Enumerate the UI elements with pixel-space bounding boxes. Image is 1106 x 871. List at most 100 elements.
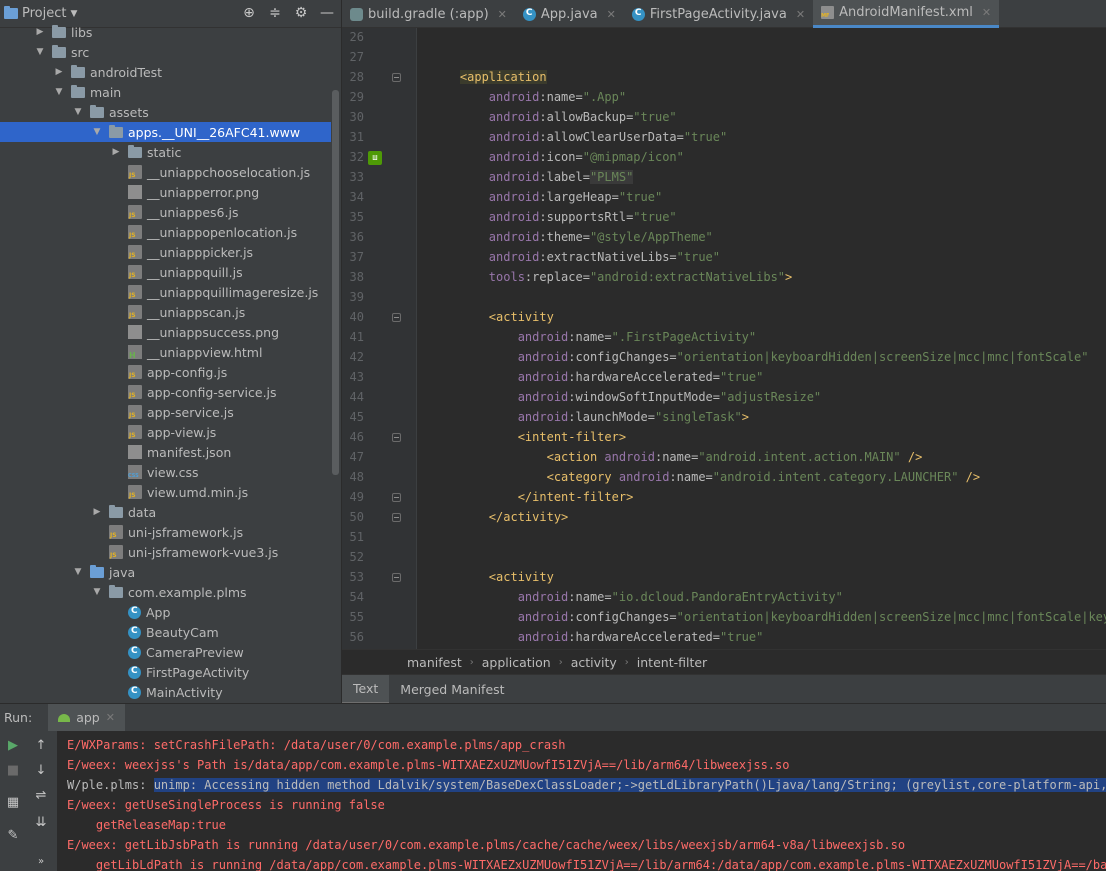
manifest-view-tabs: Text Merged Manifest [342, 674, 1106, 704]
tree-item[interactable]: __uniappopenlocation.js [0, 222, 331, 242]
tree-item[interactable]: ▼ src [0, 42, 331, 62]
fold-toggle-icon[interactable] [392, 73, 401, 82]
tree-item[interactable]: CameraPreview [0, 642, 331, 662]
tree-item-label: app-view.js [147, 424, 217, 440]
tree-item[interactable]: ▼ com.example.plms [0, 582, 331, 602]
tree-item[interactable]: __uniappview.html [0, 342, 331, 362]
code-token: ".App" [582, 90, 627, 104]
play-icon[interactable]: ▶ [4, 737, 22, 755]
fold-toggle-icon[interactable] [392, 573, 401, 582]
tree-item[interactable]: app-service.js [0, 402, 331, 422]
close-icon[interactable]: ✕ [607, 8, 616, 21]
soft-wrap-icon[interactable]: ⇌ [32, 787, 50, 805]
tree-item[interactable]: view.css [0, 462, 331, 482]
chevron-down-icon[interactable]: ▼ [91, 587, 103, 597]
tree-item[interactable]: ▶ androidTest [0, 62, 331, 82]
breadcrumb-item[interactable]: intent-filter [637, 655, 707, 670]
code-token: :configChanges= [568, 610, 677, 624]
pin-icon[interactable]: ✎ [4, 827, 22, 845]
more-icon[interactable]: » [32, 853, 50, 871]
down-arrow-icon[interactable]: ↓ [32, 762, 50, 780]
tree-item[interactable]: manifest.json [0, 442, 331, 462]
tree-item[interactable]: __uniappes6.js [0, 202, 331, 222]
tree-item[interactable]: uni-jsframework-vue3.js [0, 542, 331, 562]
chevron-down-icon[interactable]: ▼ [72, 107, 84, 117]
js-file-icon [128, 485, 142, 499]
tree-item[interactable]: __uniappquill.js [0, 262, 331, 282]
code-token: </activity> [488, 510, 569, 524]
breadcrumb-item[interactable]: manifest [407, 655, 462, 670]
tree-item[interactable]: App [0, 602, 331, 622]
tree-item[interactable]: ▶ static [0, 142, 331, 162]
icon-preview-icon[interactable]: ш [368, 151, 382, 165]
layout-icon[interactable]: ▦ [4, 794, 22, 812]
stop-icon[interactable]: ■ [4, 762, 22, 780]
tree-item[interactable]: app-view.js [0, 422, 331, 442]
gear-icon[interactable]: ⚙ [293, 5, 309, 21]
fold-toggle-icon[interactable] [392, 433, 401, 442]
tree-item[interactable]: __uniappscan.js [0, 302, 331, 322]
tree-item[interactable]: ▼ main [0, 82, 331, 102]
tree-item[interactable]: ▼ assets [0, 102, 331, 122]
tree-item-label: app-config-service.js [147, 384, 277, 400]
project-view-selector[interactable]: Project ▼ [4, 6, 77, 21]
close-icon[interactable]: ✕ [796, 8, 805, 21]
tree-item[interactable]: __uniappchooselocation.js [0, 162, 331, 182]
tree-item[interactable]: app-config-service.js [0, 382, 331, 402]
minimize-icon[interactable]: — [319, 5, 335, 21]
chevron-down-icon[interactable]: ▼ [72, 567, 84, 577]
close-icon[interactable]: ✕ [498, 8, 507, 21]
tree-item[interactable]: uni-jsframework.js [0, 522, 331, 542]
tree-item[interactable]: ▼ apps.__UNI__26AFC41.www [0, 122, 331, 142]
console-output[interactable]: E/WXParams: setCrashFilePath: /data/user… [57, 731, 1106, 871]
up-arrow-icon[interactable]: ↑ [32, 737, 50, 755]
fold-toggle-icon[interactable] [392, 313, 401, 322]
chevron-down-icon[interactable]: ▼ [91, 127, 103, 137]
line-number: 53 [349, 570, 364, 584]
tree-item[interactable]: app-config.js [0, 362, 331, 382]
code-token: </intent-filter> [517, 490, 634, 504]
code-editor[interactable]: 26 27 28 <application 29 android:name=".App… [342, 28, 1106, 649]
editor-tab[interactable]: App.java ✕ [515, 0, 624, 28]
tree-item[interactable]: FirstPageActivity [0, 662, 331, 682]
manifest-tab[interactable]: Text [342, 674, 390, 704]
target-icon[interactable]: ⊕ [241, 5, 257, 21]
js-file-icon [128, 425, 142, 439]
tree-item[interactable]: ▶ data [0, 502, 331, 522]
tree-item[interactable]: __uniapperror.png [0, 182, 331, 202]
chevron-right-icon[interactable]: ▶ [110, 147, 122, 157]
fold-toggle-icon[interactable] [392, 513, 401, 522]
breadcrumb-item[interactable]: activity [571, 655, 617, 670]
run-tab-app[interactable]: app ✕ [48, 703, 125, 732]
editor-tab[interactable]: build.gradle (:app) ✕ [342, 0, 515, 28]
code-line: 38 tools:replace="android:extractNativeL… [342, 268, 1106, 288]
fold-toggle-icon[interactable] [392, 493, 401, 502]
manifest-tab[interactable]: Merged Manifest [389, 675, 515, 704]
close-icon[interactable]: ✕ [982, 6, 991, 19]
tree-item[interactable]: view.umd.min.js [0, 482, 331, 502]
tree-scrollbar[interactable] [332, 90, 339, 475]
line-number: 44 [349, 390, 364, 404]
tree-item[interactable]: __uniappquillimageresize.js [0, 282, 331, 302]
line-number: 49 [349, 490, 364, 504]
scroll-end-icon[interactable]: ⇊ [32, 814, 50, 832]
close-icon[interactable]: ✕ [106, 711, 115, 724]
tree-item[interactable]: ▼ java [0, 562, 331, 582]
tree-item[interactable]: __uniapppicker.js [0, 242, 331, 262]
code-token: android [517, 330, 569, 344]
tree-item[interactable]: ▶ libs [0, 22, 331, 42]
tree-item[interactable]: __uniappsuccess.png [0, 322, 331, 342]
chevron-right-icon[interactable]: ▶ [53, 67, 65, 77]
chevron-down-icon[interactable]: ▼ [34, 47, 46, 57]
tree-item[interactable]: BeautyCam [0, 622, 331, 642]
collapse-all-icon[interactable]: ≑ [267, 5, 283, 21]
chevron-right-icon[interactable]: ▶ [34, 27, 46, 37]
chevron-down-icon[interactable]: ▼ [53, 87, 65, 97]
tree-item[interactable]: MainActivity [0, 682, 331, 702]
breadcrumb-item[interactable]: application [482, 655, 551, 670]
editor-tab[interactable]: AndroidManifest.xml ✕ [813, 0, 1000, 28]
editor-tab[interactable]: FirstPageActivity.java ✕ [624, 0, 813, 28]
breadcrumb: manifest › application › activity › intent-fil… [342, 649, 1106, 674]
chevron-right-icon[interactable]: ▶ [91, 507, 103, 517]
